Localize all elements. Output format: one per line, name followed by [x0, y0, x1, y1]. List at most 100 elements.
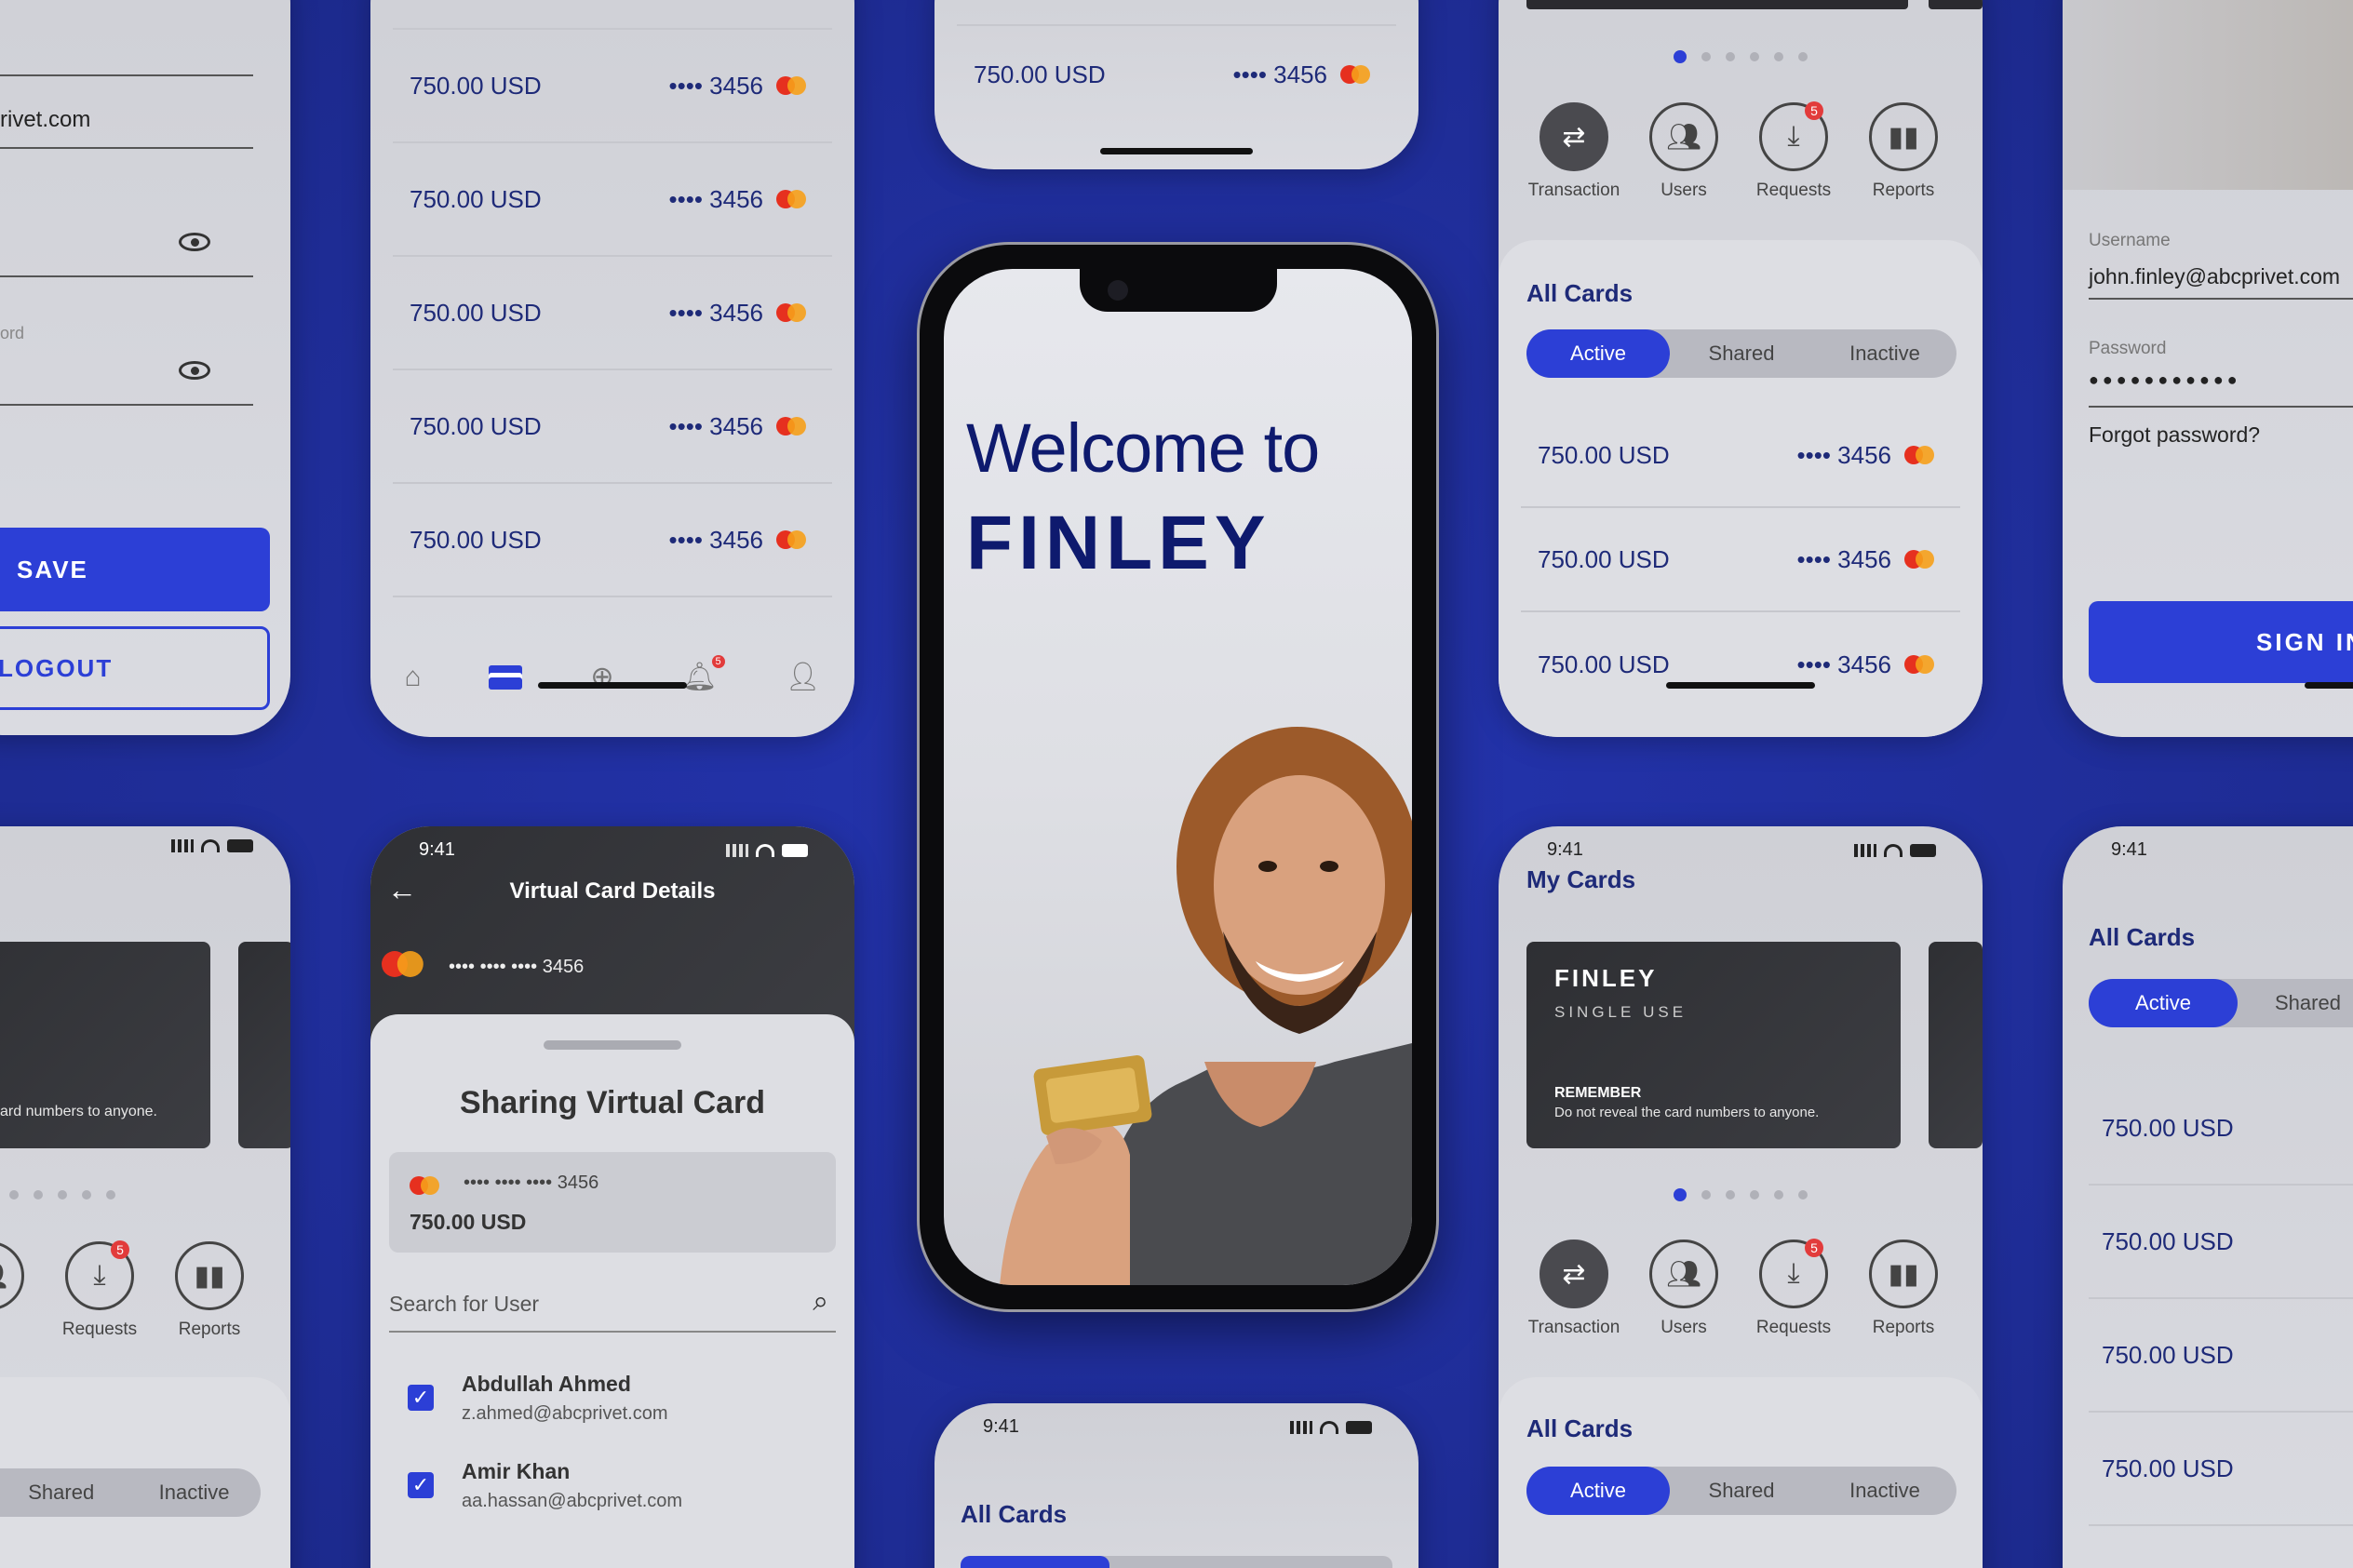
signal-icon: [1854, 843, 1876, 857]
wifi-icon: [756, 843, 774, 857]
tab-shared[interactable]: Shared: [1670, 1479, 1813, 1503]
email-field-value[interactable]: rivet.com: [0, 107, 90, 133]
password-field[interactable]: ●●●●●●●●●●●: [2089, 370, 2241, 390]
cards-icon[interactable]: [489, 664, 523, 690]
list-item[interactable]: 750.00 USD: [2089, 1072, 2353, 1186]
status-time: 9:41: [1547, 839, 1583, 860]
tab-shared[interactable]: Shared: [2238, 991, 2353, 1015]
forgot-password-link[interactable]: Forgot password?: [2089, 422, 2260, 448]
reports-action[interactable]: ▮▮ Reports: [175, 1241, 244, 1340]
card-tabs: Active Shared Inactive: [1526, 1467, 1956, 1515]
list-item[interactable]: 750.00 USD •••• 3456: [393, 257, 832, 370]
drag-handle[interactable]: [544, 1040, 681, 1050]
list-item[interactable]: 750.00 USD •••• 3456: [393, 30, 832, 143]
home-indicator: [1100, 148, 1253, 154]
finley-card-next[interactable]: [238, 942, 290, 1148]
card-type: SINGLE USE: [1554, 1003, 1687, 1021]
list-item[interactable]: 750.00 USD: [2089, 1413, 2353, 1526]
tab-inactive[interactable]: Inactive: [128, 1481, 261, 1505]
transaction-action[interactable]: ⇄ Transaction: [1528, 1240, 1620, 1338]
list-item[interactable]: 750.00 USD •••• 3456: [1521, 508, 1960, 612]
users-action[interactable]: 👥︎ Users: [1649, 1240, 1718, 1338]
list-item[interactable]: 750.00 USD: [2089, 1186, 2353, 1299]
card-number: •••• •••• •••• 3456: [449, 957, 585, 977]
list-item[interactable]: 750.00 USD •••• 3456: [1521, 612, 1960, 717]
mastercard-icon: [776, 415, 813, 437]
my-cards-screen: 9:41 My Cards FINLEY SINGLE USE REMEMBER…: [1499, 826, 1983, 1568]
tab-shared[interactable]: Shared: [1670, 342, 1813, 366]
list-item[interactable]: 750.00 USD •••• 3456: [957, 37, 1396, 112]
requests-action[interactable]: ⤓ 5 Requests: [62, 1240, 137, 1340]
finley-card[interactable]: ard numbers to anyone.: [0, 942, 210, 1148]
card-note: ard numbers to anyone.: [0, 1104, 157, 1119]
card-carousel-edge: [1929, 0, 1983, 9]
tab-inactive[interactable]: Inactive: [1813, 1479, 1956, 1503]
mastercard-icon: [1904, 653, 1942, 676]
login-screen: Username john.finley@abcprivet.com Passw…: [2063, 0, 2353, 737]
list-item[interactable]: 750.00 USD •••• 3456: [393, 143, 832, 257]
list-item[interactable]: 750.00 USD: [2089, 1299, 2353, 1413]
search-input[interactable]: Search for User: [389, 1292, 539, 1317]
battery-icon: [1346, 1420, 1372, 1434]
bell-icon[interactable]: 🔔︎ 5: [681, 655, 725, 693]
search-icon[interactable]: ⌕: [813, 1286, 828, 1318]
save-button[interactable]: SAVE: [0, 528, 270, 611]
eye-icon[interactable]: [179, 233, 210, 251]
tab-active[interactable]: Active: [1526, 329, 1670, 378]
card-note: Do not reveal the card numbers to anyone…: [1554, 1105, 1820, 1120]
card-tabs-partial: [961, 1556, 1392, 1568]
card-list-screen: 750.00 USD •••• 3456 750.00 USD •••• 3456 …: [370, 0, 854, 737]
quick-actions: 👥︎rs ⤓5Requests ▮▮Reports: [0, 1240, 244, 1340]
list-item[interactable]: 750.00 USD •••• 3456: [393, 484, 832, 597]
reports-action[interactable]: ▮▮ Reports: [1869, 102, 1938, 201]
users-icon: 👥︎: [1649, 1240, 1718, 1308]
carousel-dots[interactable]: [1674, 1188, 1808, 1201]
card-tabs: Active Shared: [2089, 979, 2353, 1027]
cards-panel: All Cards Active Shared Inactive: [1499, 1377, 1983, 1568]
profile-icon[interactable]: 👤︎: [785, 661, 820, 693]
all-cards-screen: 9:41 All Cards Active Shared 750.00 USD …: [2063, 826, 2353, 1568]
bar-chart-icon: ▮▮: [175, 1241, 244, 1310]
wifi-icon: [201, 839, 220, 852]
mastercard-icon: [1340, 63, 1378, 86]
battery-icon: [782, 843, 808, 857]
tab-active[interactable]: Active: [1526, 1467, 1670, 1515]
tab-inactive[interactable]: Inactive: [1813, 342, 1956, 366]
logout-button[interactable]: LOGOUT: [0, 626, 270, 710]
users-action[interactable]: 👥︎rs: [0, 1241, 24, 1340]
profile-edit-screen: rivet.com ord SAVE LOGOUT: [0, 0, 290, 735]
user-checkbox[interactable]: ✓: [408, 1472, 434, 1498]
sign-in-button[interactable]: SIGN IN: [2089, 601, 2353, 683]
requests-action[interactable]: ⤓ 5 Requests: [1756, 1239, 1831, 1338]
wifi-icon: [1884, 843, 1903, 857]
download-icon: ⤓ 5: [65, 1240, 134, 1310]
tab-active[interactable]: Active: [2089, 979, 2238, 1027]
transaction-action[interactable]: ⇄ Transaction: [1528, 102, 1620, 201]
sheet: Sharing Virtual Card •••• •••• •••• 3456…: [370, 1014, 854, 1568]
home-indicator: [2305, 682, 2353, 689]
requests-action[interactable]: ⤓ 5 Requests: [1756, 101, 1831, 201]
home-indicator: [1666, 682, 1815, 689]
users-action[interactable]: 👥︎ Users: [1649, 102, 1718, 201]
finley-card-next[interactable]: [1929, 942, 1983, 1148]
home-icon[interactable]: ⌂: [404, 662, 421, 693]
person-holding-card-image: [1000, 727, 1412, 1285]
transfer-icon: ⇄: [1540, 1240, 1608, 1308]
mastercard-icon: [410, 1174, 447, 1197]
list-item[interactable]: 750.00 USD •••• 3456: [1521, 404, 1960, 508]
tab-shared[interactable]: Shared: [0, 1481, 128, 1505]
eye-icon[interactable]: [179, 361, 210, 380]
username-field[interactable]: john.finley@abcprivet.com: [2089, 264, 2340, 289]
sheet-title: Sharing Virtual Card: [459, 1085, 766, 1120]
finley-card[interactable]: FINLEY SINGLE USE REMEMBER Do not reveal…: [1526, 942, 1901, 1148]
user-checkbox[interactable]: ✓: [408, 1385, 434, 1411]
list-item[interactable]: 750.00 USD •••• 3456: [393, 370, 832, 484]
reports-action[interactable]: ▮▮ Reports: [1869, 1240, 1938, 1338]
welcome-text: Welcome to: [966, 409, 1320, 487]
carousel-dots[interactable]: [1674, 50, 1808, 63]
user-email: z.ahmed@abcprivet.com: [462, 1403, 668, 1424]
brand-logo: FINLEY: [966, 501, 1271, 585]
user-email: aa.hassan@abcprivet.com: [462, 1491, 683, 1511]
carousel-dots[interactable]: [9, 1190, 115, 1199]
dashboard-screen: ⇄ Transaction 👥︎ Users ⤓ 5 Requests ▮▮ Report…: [1499, 0, 1983, 737]
